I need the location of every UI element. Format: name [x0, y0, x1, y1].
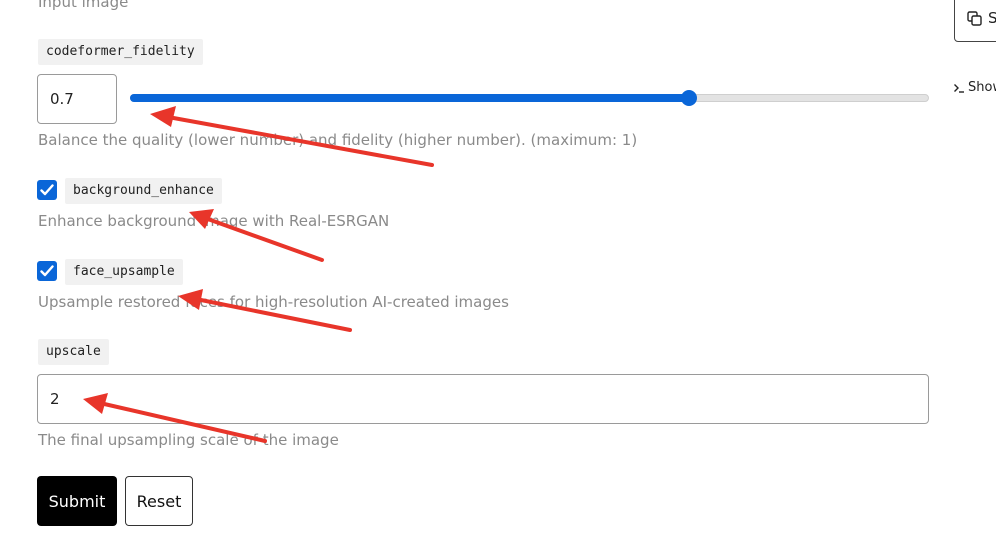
- face-upsample-checkbox[interactable]: [37, 261, 57, 281]
- codeformer-fidelity-input[interactable]: 0.7: [37, 74, 117, 124]
- upscale-help: The final upsampling scale of the image: [38, 431, 339, 449]
- background-enhance-checkbox[interactable]: [37, 180, 57, 200]
- copy-icon: [967, 11, 982, 26]
- checkmark-icon: [40, 184, 54, 196]
- codeformer-fidelity-help: Balance the quality (lower number) and f…: [38, 131, 638, 149]
- upscale-input[interactable]: 2: [37, 374, 929, 424]
- background-enhance-label: background_enhance: [65, 178, 222, 204]
- copy-button-label: S: [988, 9, 996, 27]
- upscale-label: upscale: [38, 339, 109, 365]
- checkmark-icon: [40, 265, 54, 277]
- submit-button[interactable]: Submit: [37, 476, 117, 526]
- slider-fill: [130, 94, 689, 102]
- input-image-label-fragment: Input image: [38, 0, 129, 11]
- codeformer-fidelity-label: codeformer_fidelity: [38, 39, 203, 65]
- background-enhance-help: Enhance background image with Real-ESRGA…: [38, 212, 390, 230]
- slider-thumb[interactable]: [681, 90, 697, 106]
- reset-button[interactable]: Reset: [125, 476, 193, 526]
- face-upsample-label: face_upsample: [65, 259, 183, 285]
- show-label: Show: [968, 80, 996, 95]
- terminal-icon: [954, 84, 964, 93]
- face-upsample-help: Upsample restored faces for high-resolut…: [38, 293, 509, 311]
- copy-button[interactable]: S: [954, 0, 996, 42]
